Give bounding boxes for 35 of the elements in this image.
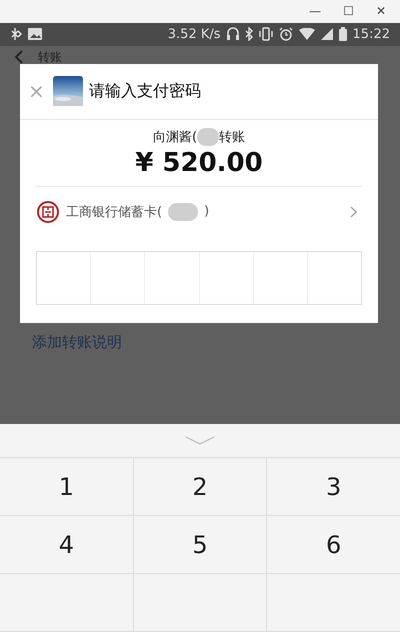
- redaction-blur: [168, 202, 198, 221]
- number-key[interactable]: 3: [267, 458, 400, 515]
- signal-icon: [320, 28, 333, 40]
- card-selector[interactable]: 工商银行储蓄卡( ): [36, 186, 362, 237]
- window-control[interactable]: —: [309, 4, 322, 18]
- page-title: 转账: [38, 50, 62, 64]
- network-speed: 3.52 K/s: [168, 26, 221, 42]
- dialog-title: 请输入支付密码: [88, 80, 201, 102]
- number-key[interactable]: 1: [0, 458, 134, 515]
- back-icon[interactable]: [14, 50, 24, 64]
- vibrate-icon: [10, 27, 22, 42]
- headphones-icon: [226, 27, 239, 42]
- window-control[interactable]: ✕: [376, 4, 386, 18]
- number-key[interactable]: 6: [267, 516, 400, 573]
- bluetooth-icon: [244, 27, 253, 42]
- recipient-label: 向渊酱(: [152, 128, 198, 146]
- window-control[interactable]: ☐: [343, 4, 354, 18]
- card-name: 工商银行储蓄卡(: [66, 204, 162, 221]
- image-icon: [28, 28, 42, 40]
- battery-icon: [338, 27, 347, 42]
- number-key[interactable]: 2: [134, 458, 268, 515]
- recipient-label: 转账: [219, 128, 246, 146]
- wifi-icon: [298, 28, 315, 40]
- chevron-down-icon[interactable]: [185, 436, 215, 446]
- vibrate-phone-icon: [258, 27, 273, 42]
- chevron-right-icon: [350, 206, 358, 218]
- password-field[interactable]: [36, 250, 362, 305]
- bank-logo-icon: [36, 200, 60, 224]
- card-name: ): [204, 204, 210, 220]
- redaction-blur: [197, 128, 220, 146]
- amount: ¥ 520.00: [36, 146, 362, 187]
- number-key[interactable]: 5: [134, 516, 268, 573]
- alarm-icon: [278, 27, 293, 42]
- number-key[interactable]: 4: [0, 516, 134, 573]
- clock: 15:22: [352, 26, 390, 42]
